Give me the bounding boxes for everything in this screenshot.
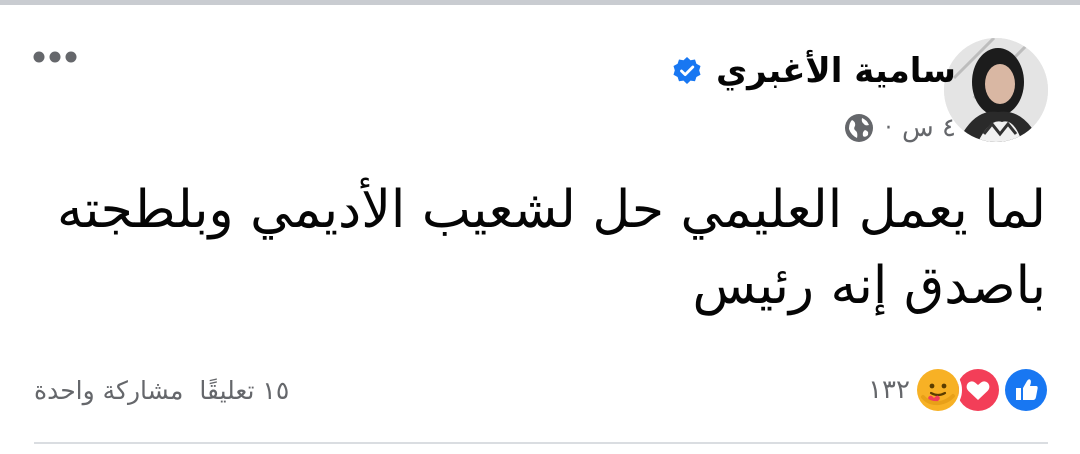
more-dots-icon — [33, 51, 77, 63]
care-icon — [914, 366, 962, 414]
post-time[interactable]: ٤ س — [902, 113, 956, 143]
reaction-icons — [914, 366, 1050, 414]
author-row: سامية الأغبري — [672, 46, 956, 96]
shares-count[interactable]: مشاركة واحدة — [34, 376, 183, 405]
meta-separator: · — [885, 115, 893, 141]
author-avatar[interactable] — [944, 38, 1048, 142]
reactions-summary[interactable]: ١٣٢ — [868, 366, 1050, 414]
like-icon — [1002, 366, 1050, 414]
reaction-count: ١٣٢ — [868, 375, 910, 405]
feed-post: سامية الأغبري ٤ س · لما يعمل العليمي حل … — [0, 0, 1080, 454]
more-options-button[interactable] — [30, 42, 80, 72]
author-name[interactable]: سامية الأغبري — [716, 51, 956, 91]
post-meta: ٤ س · — [843, 108, 956, 148]
engagement-counts: ١٥ تعليقًا مشاركة واحدة — [34, 370, 289, 410]
post-text-line: باصدق إنه رئيس — [692, 256, 1046, 316]
comments-count[interactable]: ١٥ تعليقًا — [199, 376, 289, 405]
post-text-line: لما يعمل العليمي حل لشعيب الأديمي وبلطجت… — [57, 180, 1046, 240]
footer-divider — [34, 442, 1048, 444]
globe-icon[interactable] — [843, 112, 875, 144]
post-text: لما يعمل العليمي حل لشعيب الأديمي وبلطجت… — [36, 172, 1046, 324]
verified-badge-icon — [672, 56, 702, 86]
